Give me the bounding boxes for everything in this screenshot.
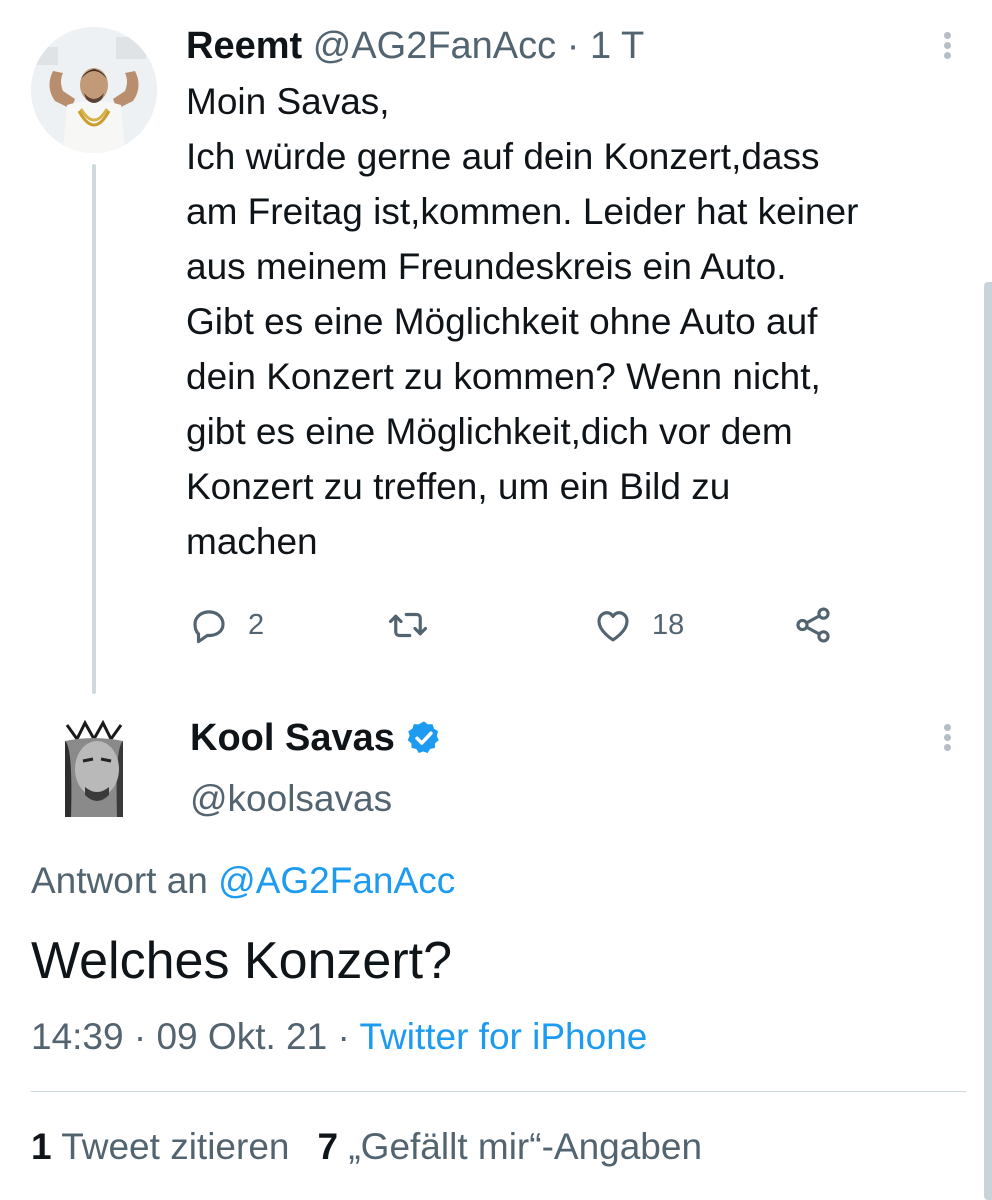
tweet-text-line: gibt es eine Möglichkeit,dich vor dem xyxy=(186,411,793,452)
meta-separator: · xyxy=(133,1016,147,1057)
like-button[interactable]: 18 xyxy=(592,600,684,650)
reply-context: Antwort an @AG2FanAcc xyxy=(31,856,455,906)
quote-label: Tweet zitieren xyxy=(61,1126,290,1167)
parent-more-icon[interactable] xyxy=(936,30,960,62)
tweet-text-line: am Freitag ist,kommen. Leider hat keiner xyxy=(186,191,859,232)
stats-divider xyxy=(31,1091,966,1092)
likes-label: „Gefällt mir“-Angaben xyxy=(348,1126,703,1167)
parent-author-handle[interactable]: @AG2FanAcc xyxy=(313,25,556,67)
parent-tweet-time[interactable]: 1 T xyxy=(590,25,644,67)
reply-count: 2 xyxy=(248,608,265,641)
quote-tweets-link[interactable]: 1 Tweet zitieren xyxy=(31,1126,289,1167)
tweet-source-link[interactable]: Twitter for iPhone xyxy=(359,1016,647,1057)
meta-separator: · xyxy=(337,1016,350,1057)
parent-author-name[interactable]: Reemt xyxy=(186,25,302,67)
parent-tweet-header: Reemt @AG2FanAcc · 1 T xyxy=(186,22,644,70)
tweet-text-line: Gibt es eine Möglichkeit ohne Auto auf xyxy=(186,301,818,342)
tweet-text-line: Konzert zu treffen, um ein Bild zu xyxy=(186,466,731,507)
tweet-time[interactable]: 14:39 xyxy=(31,1016,124,1057)
tweet-stats: 1 Tweet zitieren 7 „Gefällt mir“-Angaben xyxy=(31,1120,702,1174)
main-more-icon[interactable] xyxy=(936,722,960,754)
like-count: 18 xyxy=(652,608,685,641)
tweet-text-line: Ich würde gerne auf dein Konzert,dass xyxy=(186,136,820,177)
tweet-text-line: aus meinem Freundeskreis ein Auto. xyxy=(186,246,787,287)
thread-connector-line xyxy=(92,164,96,694)
tweet-text-line: dein Konzert zu kommen? Wenn nicht, xyxy=(186,356,821,397)
retweet-button[interactable] xyxy=(386,600,448,650)
main-author-handle[interactable]: @koolsavas xyxy=(190,776,392,822)
quote-count: 1 xyxy=(31,1126,52,1167)
main-author-avatar[interactable] xyxy=(63,717,125,817)
main-tweet-text: Welches Konzert? xyxy=(31,932,453,990)
share-button[interactable] xyxy=(792,600,834,650)
verified-badge-icon xyxy=(407,721,439,754)
tweet-date[interactable]: 09 Okt. 21 xyxy=(156,1016,327,1057)
header-separator: · xyxy=(566,25,580,67)
parent-author-avatar[interactable] xyxy=(31,27,157,153)
reply-button[interactable]: 2 xyxy=(188,600,264,650)
like-icon xyxy=(597,611,629,642)
parent-tweet-text: Moin Savas, Ich würde gerne auf dein Kon… xyxy=(186,74,976,569)
likes-link[interactable]: 7 „Gefällt mir“-Angaben xyxy=(317,1126,702,1167)
tweet-meta: 14:39 · 09 Okt. 21 · Twitter for iPhone xyxy=(31,1012,647,1062)
reply-target-link[interactable]: @AG2FanAcc xyxy=(218,860,455,901)
scrollbar[interactable] xyxy=(984,282,992,1200)
share-icon xyxy=(796,607,830,643)
tweet-text-line: Moin Savas, xyxy=(186,81,390,122)
reply-prefix: Antwort an xyxy=(31,860,219,901)
reply-icon xyxy=(193,610,225,644)
retweet-icon xyxy=(388,612,428,638)
likes-count: 7 xyxy=(317,1126,339,1167)
main-author-name[interactable]: Kool Savas xyxy=(190,717,395,760)
main-author-name-row: Kool Savas xyxy=(190,714,443,762)
tweet-text-line: machen xyxy=(186,521,318,562)
